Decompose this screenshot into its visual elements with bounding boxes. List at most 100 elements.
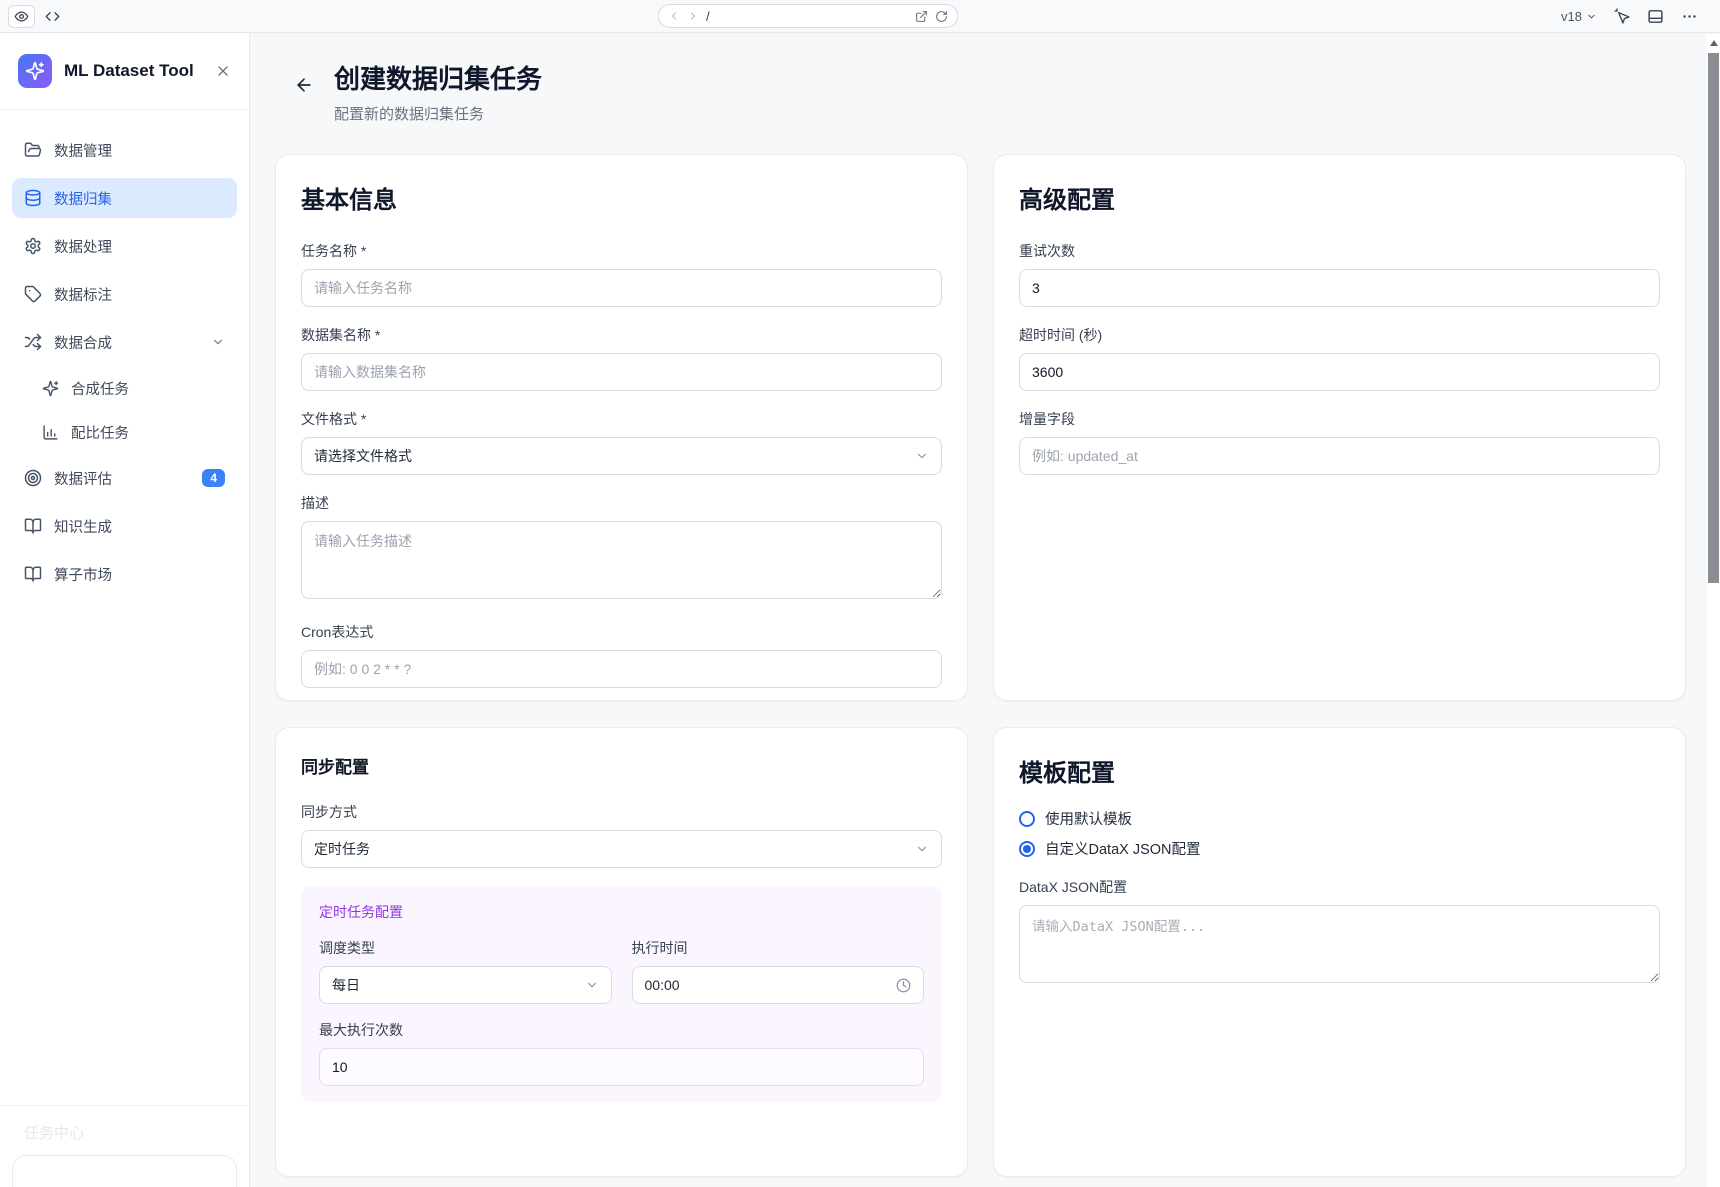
- sidebar-header: ML Dataset Tool: [0, 33, 249, 110]
- basic-info-card: 基本信息 任务名称 * 数据集名称 * 文件格式 * 请选择文件格式: [275, 154, 968, 701]
- open-external-button[interactable]: [915, 10, 928, 23]
- sync-config-title: 同步配置: [301, 753, 942, 778]
- eye-icon: [14, 9, 29, 24]
- folder-open-icon: [24, 141, 42, 159]
- file-format-select[interactable]: 请选择文件格式: [301, 437, 942, 475]
- scroll-up-arrow-icon[interactable]: [1710, 40, 1718, 46]
- dataset-name-label: 数据集名称 *: [301, 325, 942, 345]
- app-title: ML Dataset Tool: [64, 61, 203, 81]
- template-config-card: 模板配置 使用默认模板 自定义DataX JSON配置 DataX JSON配置: [993, 727, 1686, 1177]
- retry-count-label: 重试次数: [1019, 241, 1660, 261]
- page-title: 创建数据归集任务: [334, 59, 542, 96]
- max-exec-input[interactable]: [319, 1048, 924, 1086]
- clock-icon: [896, 978, 911, 993]
- task-name-input[interactable]: [301, 269, 942, 307]
- sparkles-logo-icon: [25, 61, 45, 81]
- close-icon[interactable]: [215, 63, 231, 79]
- schedule-type-select[interactable]: 每日: [319, 966, 612, 1004]
- retry-count-input[interactable]: [1019, 269, 1660, 307]
- task-center-label: 任务中心: [24, 1122, 237, 1143]
- sidebar-item-synthesis-tasks[interactable]: 合成任务: [12, 370, 237, 406]
- incremental-field-input[interactable]: [1019, 437, 1660, 475]
- datax-json-label: DataX JSON配置: [1019, 877, 1660, 897]
- gear-icon: [24, 237, 42, 255]
- sidebar-item-operator-market[interactable]: 算子市场: [12, 554, 237, 594]
- sidebar-item-data-evaluation[interactable]: 数据评估 4: [12, 458, 237, 498]
- refresh-button[interactable]: [935, 10, 948, 23]
- description-textarea[interactable]: [301, 521, 942, 599]
- code-view-button[interactable]: [39, 5, 66, 28]
- sidebar-item-label: 知识生成: [54, 516, 225, 537]
- page-subtitle: 配置新的数据归集任务: [334, 103, 542, 124]
- exec-time-input[interactable]: 00:00: [632, 966, 925, 1004]
- tag-icon: [24, 285, 42, 303]
- sidebar-item-label: 配比任务: [71, 422, 225, 443]
- timeout-label: 超时时间 (秒): [1019, 325, 1660, 345]
- radio-checked-icon: [1019, 841, 1035, 857]
- dataset-name-input[interactable]: [301, 353, 942, 391]
- back-button[interactable]: [290, 71, 318, 99]
- url-bar[interactable]: /: [658, 4, 958, 28]
- cursor-sparkle-icon[interactable]: [1614, 8, 1630, 24]
- database-icon: [24, 189, 42, 207]
- schedule-type-label: 调度类型: [319, 938, 612, 958]
- cron-input[interactable]: [301, 650, 942, 688]
- radio-unchecked-icon: [1019, 811, 1035, 827]
- target-icon: [24, 469, 42, 487]
- sidebar-nav: 数据管理 数据归集 数据处理 数据标注: [0, 110, 249, 594]
- sync-mode-value: 定时任务: [314, 839, 370, 859]
- chevron-down-icon: [585, 978, 599, 992]
- sidebar-item-label: 合成任务: [71, 378, 225, 399]
- radio-default-template[interactable]: 使用默认模板: [1019, 808, 1660, 829]
- nav-back-button[interactable]: [668, 10, 680, 22]
- url-path[interactable]: /: [706, 9, 908, 24]
- sidebar-item-knowledge-generation[interactable]: 知识生成: [12, 506, 237, 546]
- bar-chart-icon: [42, 424, 59, 441]
- max-exec-label: 最大执行次数: [319, 1020, 924, 1040]
- chevron-down-icon: [1586, 11, 1597, 22]
- browser-topbar: / v18: [0, 0, 1720, 33]
- chevron-down-icon: [211, 335, 225, 349]
- code-icon: [45, 9, 60, 24]
- sidebar-item-label: 数据标注: [54, 284, 225, 305]
- chevron-down-icon: [915, 449, 929, 463]
- file-format-label: 文件格式 *: [301, 409, 942, 429]
- nav-forward-button[interactable]: [687, 10, 699, 22]
- sync-mode-label: 同步方式: [301, 802, 942, 822]
- sidebar-item-data-management[interactable]: 数据管理: [12, 130, 237, 170]
- datax-json-textarea[interactable]: [1019, 905, 1660, 983]
- sync-mode-select[interactable]: 定时任务: [301, 830, 942, 868]
- advanced-config-title: 高级配置: [1019, 180, 1660, 215]
- sidebar-item-label: 数据评估: [54, 468, 190, 489]
- sidebar-item-data-synthesis[interactable]: 数据合成: [12, 322, 237, 362]
- version-label: v18: [1561, 9, 1582, 24]
- sidebar-footer: 任务中心: [0, 1105, 249, 1187]
- scrollbar-thumb[interactable]: [1708, 53, 1719, 583]
- sidebar-item-data-processing[interactable]: 数据处理: [12, 226, 237, 266]
- preview-eye-button[interactable]: [8, 5, 35, 28]
- schedule-config-box: 定时任务配置 调度类型 每日 执行时间: [301, 886, 942, 1102]
- radio-custom-datax[interactable]: 自定义DataX JSON配置: [1019, 838, 1660, 859]
- book-open-icon: [24, 517, 42, 535]
- evaluation-count-badge: 4: [202, 469, 225, 487]
- app-logo: [18, 54, 52, 88]
- template-config-title: 模板配置: [1019, 753, 1660, 788]
- main-content: 创建数据归集任务 配置新的数据归集任务 基本信息 任务名称 * 数据集名称 * …: [250, 33, 1720, 1187]
- more-dots-icon[interactable]: [1681, 8, 1698, 25]
- vertical-scrollbar[interactable]: [1707, 34, 1720, 1187]
- sidebar-item-label: 数据管理: [54, 140, 225, 161]
- sidebar-item-label: 算子市场: [54, 564, 225, 585]
- schedule-type-value: 每日: [332, 975, 360, 995]
- exec-time-label: 执行时间: [632, 938, 925, 958]
- sidebar-item-ratio-tasks[interactable]: 配比任务: [12, 414, 237, 450]
- sidebar: ML Dataset Tool 数据管理 数据归集: [0, 33, 250, 1187]
- sidebar-item-label: 数据处理: [54, 236, 225, 257]
- file-format-value: 请选择文件格式: [314, 446, 412, 466]
- sidebar-item-data-labeling[interactable]: 数据标注: [12, 274, 237, 314]
- version-selector[interactable]: v18: [1561, 9, 1597, 24]
- description-label: 描述: [301, 493, 942, 513]
- browser-panel-icon[interactable]: [1647, 8, 1664, 25]
- sidebar-item-data-collection[interactable]: 数据归集: [12, 178, 237, 218]
- timeout-input[interactable]: [1019, 353, 1660, 391]
- sync-config-card: 同步配置 同步方式 定时任务 定时任务配置 调度类型: [275, 727, 968, 1177]
